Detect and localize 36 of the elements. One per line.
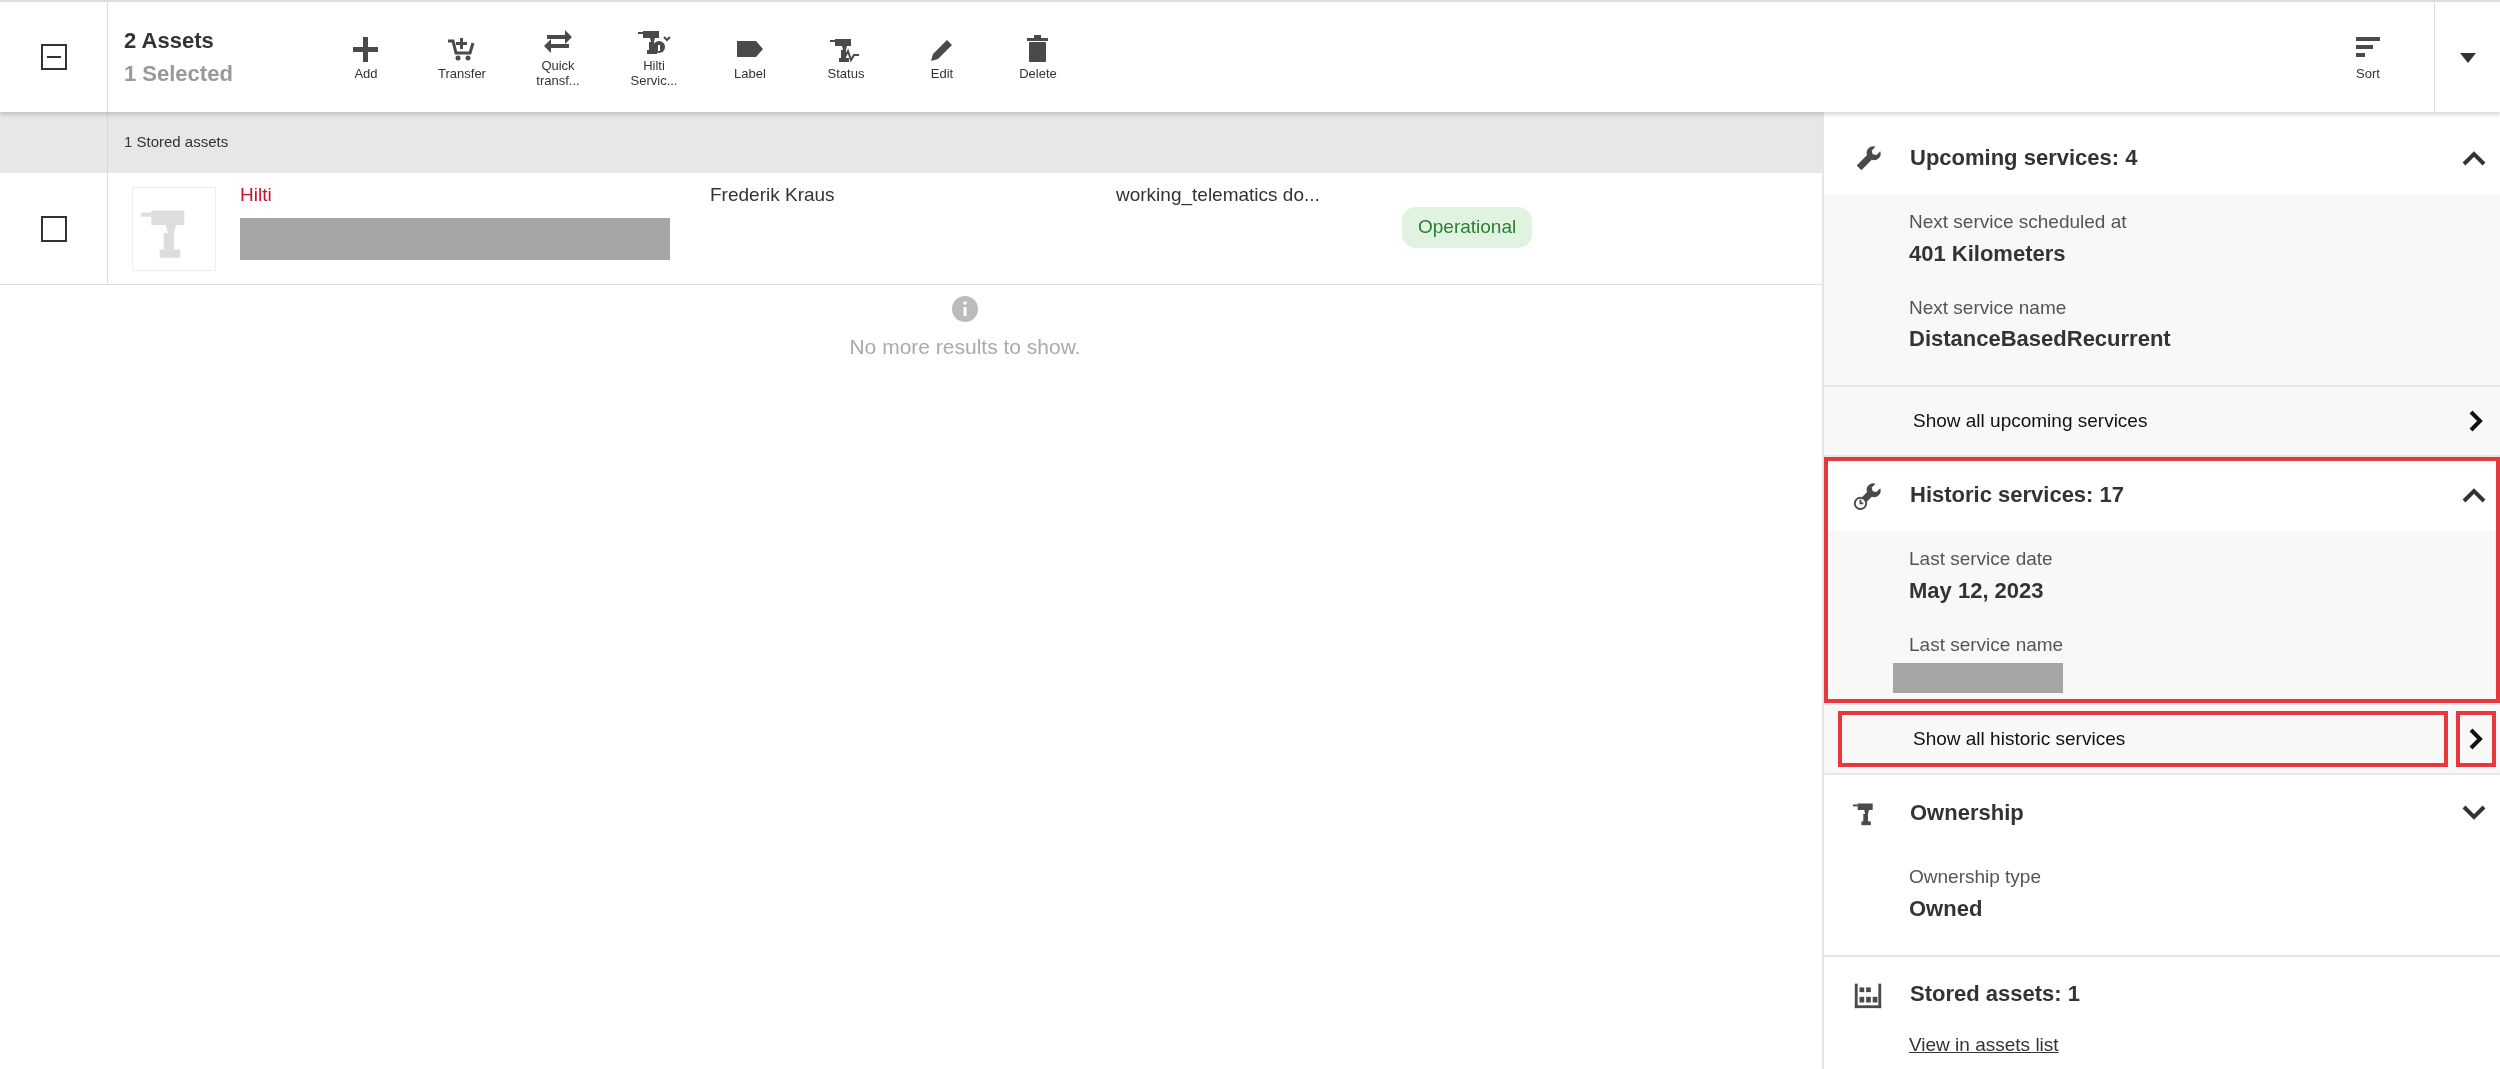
toolbar-button[interactable]: Edit bbox=[894, 2, 990, 112]
field-value: Owned bbox=[1909, 894, 1984, 923]
section-title: Historic services: 17 bbox=[1910, 480, 2125, 509]
table-cell: Frederik Kraus bbox=[710, 184, 835, 205]
section-title: Ownership bbox=[1910, 798, 2024, 827]
toolbar-button[interactable]: Add bbox=[318, 2, 414, 112]
field-value: DistanceBasedRecurrent bbox=[1909, 325, 2172, 353]
toolbar-button[interactable]: Hilti Servic... bbox=[606, 2, 702, 112]
info-icon bbox=[951, 295, 979, 323]
toolbar-button[interactable]: Label bbox=[702, 2, 798, 112]
select-all-checkbox[interactable] bbox=[40, 44, 67, 70]
field-label: Next service name bbox=[1909, 295, 2068, 320]
section-title: Upcoming services: 4 bbox=[1910, 143, 2138, 172]
asset-name[interactable]: Hilti bbox=[240, 181, 272, 210]
selection-count: 1 Selected bbox=[124, 60, 234, 88]
asset-count: 2 Assets bbox=[124, 27, 215, 55]
empty-message: No more results to show. bbox=[849, 334, 1081, 360]
view-link[interactable]: View in assets list bbox=[1909, 1033, 2059, 1055]
status-badge: Operational bbox=[1402, 207, 1533, 248]
row-checkbox[interactable] bbox=[40, 215, 67, 242]
field-value: 401 Kilometers bbox=[1909, 239, 2067, 268]
toolbar-button[interactable]: Delete bbox=[990, 2, 1086, 112]
chevron-right-icon[interactable] bbox=[2456, 711, 2496, 767]
field-label: Next service scheduled at bbox=[1909, 210, 2128, 234]
table-cell: working_telematics do... bbox=[1116, 184, 1320, 205]
toolbar-button[interactable]: Quick transf... bbox=[510, 2, 606, 112]
sort-button[interactable]: Sort bbox=[2320, 2, 2416, 112]
toolbar-button[interactable]: Transfer bbox=[414, 2, 510, 112]
field-label: Last service name bbox=[1909, 632, 2065, 657]
field-label: Last service date bbox=[1909, 547, 2054, 571]
show-all-link[interactable]: Show all historic services bbox=[1838, 711, 2448, 767]
section-title: Stored assets: 1 bbox=[1910, 980, 2080, 1008]
toolbar-button[interactable]: Status bbox=[798, 2, 894, 112]
field-label: Ownership type bbox=[1909, 865, 2042, 889]
field-value: May 12, 2023 bbox=[1909, 576, 2045, 605]
group-label: 1 Stored assets bbox=[124, 132, 229, 153]
